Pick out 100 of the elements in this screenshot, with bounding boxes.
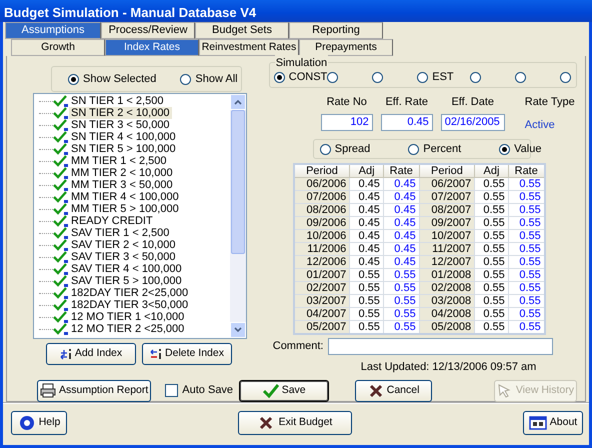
radio-button[interactable] (372, 72, 384, 83)
tree-item[interactable]: MM TIER 5 > 100,000 (69, 203, 181, 215)
tree-item[interactable]: SAV TIER 2 < 10,000 (69, 239, 178, 251)
table-cell[interactable]: 0.45 (383, 230, 420, 242)
report-button[interactable]: Assumption Report (37, 380, 152, 402)
table-cell[interactable]: 0.45 (350, 190, 384, 204)
column-header[interactable]: Period (294, 164, 350, 178)
tree-item[interactable]: MM TIER 3 < 50,000 (69, 179, 175, 191)
table-cell[interactable]: 0.55 (383, 268, 420, 282)
add-index-button[interactable]: Add Index (46, 343, 136, 365)
tree-item[interactable]: SN TIER 4 < 100,000 (69, 131, 178, 143)
table-cell[interactable]: 0.45 (350, 242, 384, 256)
table-cell[interactable]: 0.45 (350, 230, 384, 242)
table-cell[interactable]: 0.45 (383, 256, 420, 268)
tree-item[interactable]: SN TIER 1 < 2,500 (69, 95, 166, 107)
tree-item[interactable]: 12 MO TIER 1 <10,000 (69, 311, 186, 323)
column-header[interactable]: Period (419, 164, 475, 178)
table-cell[interactable]: 0.45 (383, 178, 420, 190)
comment-field[interactable] (328, 338, 552, 355)
tree-item[interactable]: MM TIER 2 < 10,000 (69, 167, 175, 179)
table-cell[interactable]: 0.55 (350, 294, 384, 308)
table-cell[interactable]: 0.55 (508, 190, 545, 204)
table-cell[interactable]: 0.55 (383, 308, 420, 320)
tab[interactable]: Budget Sets (195, 22, 289, 39)
table-cell[interactable]: 0.55 (474, 216, 508, 230)
table-cell[interactable]: 0.55 (508, 230, 545, 242)
tab[interactable]: Process/Review (101, 22, 195, 39)
about-button[interactable]: About (523, 411, 583, 435)
table-cell[interactable]: 0.55 (383, 294, 420, 308)
scrollbar[interactable] (230, 94, 246, 338)
column-header[interactable]: Adj (474, 164, 508, 178)
table-cell[interactable]: 0.55 (474, 308, 508, 320)
tree-item[interactable]: SAV TIER 1 < 2,500 (69, 227, 172, 239)
table-cell[interactable]: 0.55 (474, 282, 508, 294)
table-cell[interactable]: 0.55 (508, 216, 545, 230)
table-cell[interactable]: 0.55 (474, 294, 508, 308)
radio-button[interactable] (327, 72, 338, 83)
radio-button[interactable] (274, 72, 285, 83)
delete-index-button[interactable]: Delete Index (142, 343, 232, 365)
table-cell[interactable]: 0.55 (508, 242, 545, 256)
tree-item[interactable]: 182DAY TIER 3<50,000 (69, 299, 190, 311)
column-header[interactable]: Rate (508, 164, 545, 178)
table-cell[interactable]: 0.55 (383, 282, 420, 294)
column-header[interactable]: Adj (350, 164, 384, 178)
cancel-button[interactable]: Cancel (355, 380, 432, 402)
radio-button[interactable] (68, 74, 79, 84)
tree-item[interactable]: SN TIER 5 > 100,000 (69, 143, 178, 155)
radio-button[interactable] (514, 72, 526, 83)
tab[interactable]: Index Rates (105, 39, 199, 56)
tree-item[interactable]: SN TIER 3 < 50,000 (69, 119, 172, 131)
radio-button[interactable] (560, 72, 571, 83)
tree-item[interactable]: MM TIER 4 < 100,000 (69, 191, 181, 203)
help-button[interactable]: Help (11, 411, 67, 435)
tab[interactable]: Assumptions (5, 22, 101, 39)
table-cell[interactable]: 0.55 (508, 294, 545, 308)
tree-item[interactable]: MM TIER 1 < 2,500 (69, 155, 168, 167)
table-cell[interactable]: 0.55 (350, 308, 384, 320)
radio-button[interactable] (417, 72, 428, 83)
exit-button[interactable]: Exit Budget (238, 411, 352, 435)
tab[interactable]: Reinvestment Rates (199, 39, 299, 56)
radio-button[interactable] (180, 74, 192, 84)
input-field[interactable]: 102 (320, 114, 373, 130)
table-cell[interactable]: 0.55 (474, 204, 508, 216)
table-cell[interactable]: 0.45 (383, 204, 420, 216)
table-cell[interactable]: 0.45 (383, 216, 420, 230)
radio-button[interactable] (408, 144, 420, 154)
table-cell[interactable]: 0.45 (383, 190, 420, 204)
tree-item[interactable]: SAV TIER 3 < 50,000 (69, 251, 178, 263)
table-cell[interactable]: 0.55 (508, 178, 545, 190)
tree-item[interactable]: SAV TIER 4 < 100,000 (69, 263, 184, 275)
checkbox[interactable] (165, 384, 178, 397)
table-cell[interactable]: 0.55 (350, 268, 384, 282)
save-button[interactable]: Save (239, 380, 330, 402)
tree-item[interactable]: SN TIER 2 < 10,000 (69, 107, 172, 119)
table-cell[interactable]: 0.45 (350, 178, 384, 190)
table-cell[interactable]: 0.55 (474, 256, 508, 268)
tab[interactable]: Reporting (289, 22, 383, 39)
table-cell[interactable]: 0.45 (350, 216, 384, 230)
table-cell[interactable]: 0.55 (508, 256, 545, 268)
radio-button[interactable] (320, 144, 331, 154)
table-cell[interactable]: 0.55 (474, 242, 508, 256)
table-cell[interactable]: 0.55 (350, 282, 384, 294)
column-header[interactable]: Rate (383, 164, 420, 178)
table-cell[interactable]: 0.55 (508, 204, 545, 216)
table-cell[interactable]: 0.45 (350, 204, 384, 216)
table-cell[interactable]: 0.55 (508, 268, 545, 282)
tree-item[interactable]: 12 MO TIER 2 <25,000 (69, 323, 186, 335)
tab[interactable]: Growth (11, 39, 105, 56)
tree-item[interactable]: 182DAY TIER 2<25,000 (69, 287, 190, 299)
input-field[interactable]: 02/16/2005 (440, 114, 505, 130)
table-cell[interactable]: 0.55 (508, 308, 545, 320)
radio-button[interactable] (499, 144, 510, 154)
tab[interactable]: Prepayments (299, 39, 393, 56)
radio-button[interactable] (470, 72, 481, 83)
table-cell[interactable]: 0.45 (383, 242, 420, 256)
table-cell[interactable]: 0.45 (350, 256, 384, 268)
table-cell[interactable]: 0.55 (474, 230, 508, 242)
tree-item[interactable]: SAV TIER 5 > 100,000 (69, 275, 184, 287)
table-cell[interactable]: 0.55 (474, 190, 508, 204)
table-cell[interactable]: 0.55 (474, 268, 508, 282)
